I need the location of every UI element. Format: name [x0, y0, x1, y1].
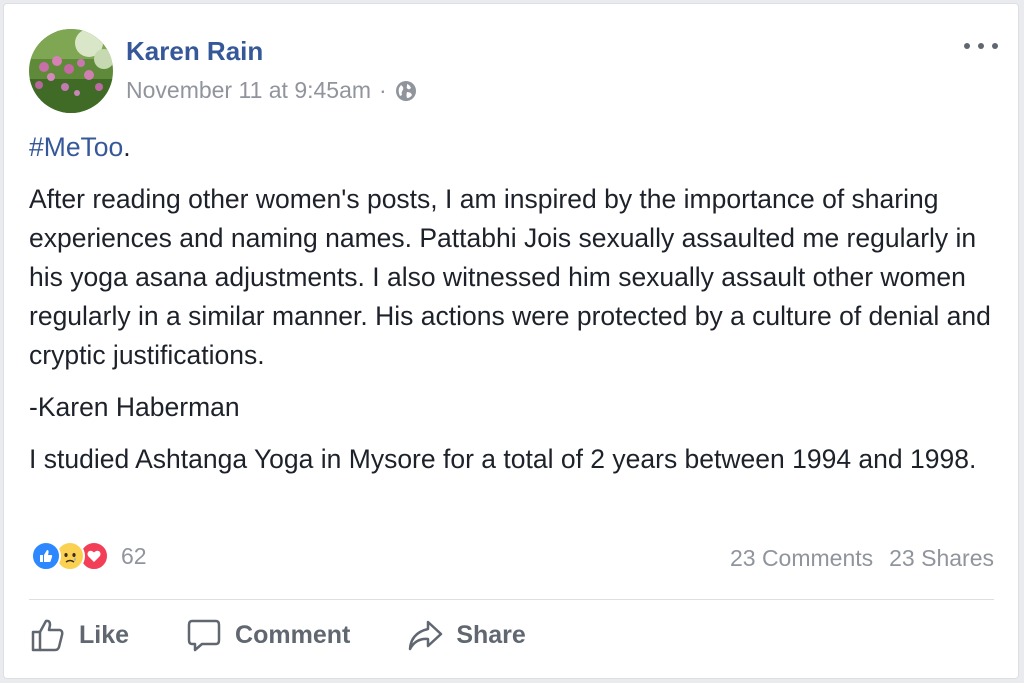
dot-icon — [978, 43, 984, 49]
globe-icon[interactable] — [395, 80, 417, 102]
reactions-summary[interactable]: 62 — [31, 541, 147, 571]
post-paragraph: After reading other women's posts, I am … — [29, 184, 991, 370]
comment-button[interactable]: Comment — [185, 616, 350, 654]
dot-icon — [992, 43, 998, 49]
thumbs-up-icon — [31, 619, 64, 652]
comment-icon — [187, 619, 221, 652]
hashtag-line: #MeToo. — [29, 128, 1004, 167]
hashtag-link[interactable]: #MeToo — [29, 132, 123, 162]
engagement-counts: 23 Comments 23 Shares — [730, 545, 994, 572]
comment-label: Comment — [235, 620, 351, 649]
post-timestamp[interactable]: November 11 at 9:45am — [126, 77, 371, 104]
dot-icon — [964, 43, 970, 49]
shares-count-link[interactable]: 23 Shares — [889, 545, 994, 572]
post-paragraph: I studied Ashtanga Yoga in Mysore for a … — [29, 444, 977, 474]
action-bar: Like Comment Share — [29, 616, 582, 654]
comments-count-link[interactable]: 23 Comments — [730, 545, 873, 572]
hashtag-suffix: . — [123, 132, 131, 162]
post-paragraph: -Karen Haberman — [29, 392, 240, 422]
author-name[interactable]: Karen Rain — [126, 36, 263, 67]
reaction-count[interactable]: 62 — [121, 543, 147, 570]
post-card: Karen Rain November 11 at 9:45am · #MeTo… — [3, 3, 1019, 679]
post-meta: November 11 at 9:45am · — [126, 77, 417, 104]
avatar[interactable] — [29, 29, 113, 113]
share-button[interactable]: Share — [406, 616, 526, 654]
divider — [29, 599, 994, 600]
share-icon — [409, 620, 443, 651]
share-label: Share — [456, 620, 526, 649]
like-icon — [31, 541, 61, 571]
more-options-button[interactable] — [964, 34, 998, 58]
post-body: #MeToo. After reading other women's post… — [29, 128, 1004, 492]
meta-separator: · — [379, 77, 387, 103]
like-button[interactable]: Like — [29, 616, 129, 654]
like-label: Like — [79, 620, 130, 649]
